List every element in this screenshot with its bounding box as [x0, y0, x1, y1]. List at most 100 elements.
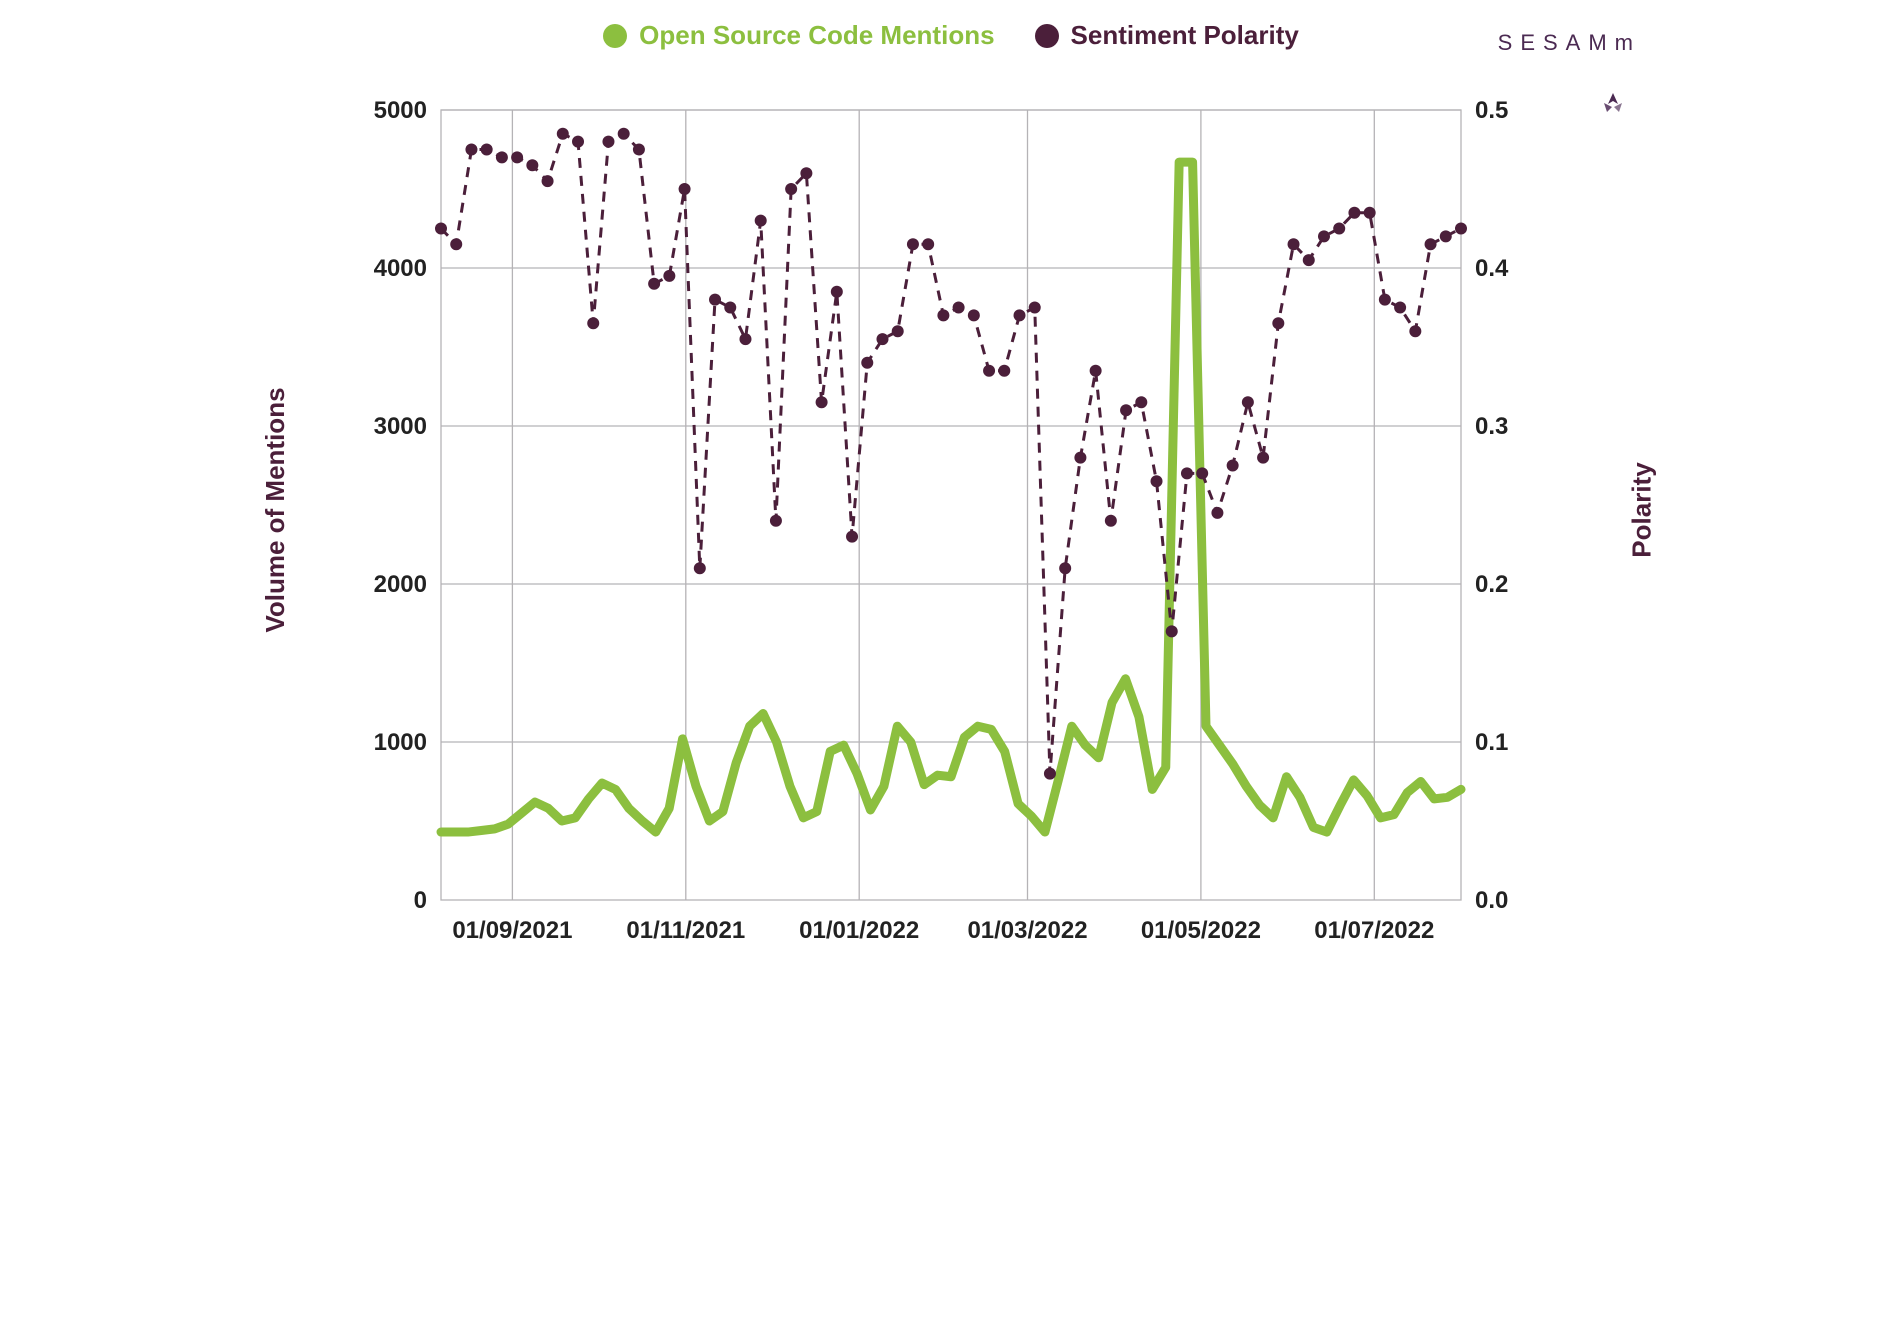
polarity-point: [1166, 625, 1178, 637]
polarity-point: [450, 238, 462, 250]
polarity-point: [1455, 223, 1467, 235]
polarity-point: [663, 270, 675, 282]
polarity-point: [1181, 467, 1193, 479]
brand-text: SESAMm: [1498, 30, 1641, 56]
polarity-point: [1014, 309, 1026, 321]
polarity-point: [542, 175, 554, 187]
polarity-point: [1318, 230, 1330, 242]
polarity-point: [618, 128, 630, 140]
polarity-point: [1135, 396, 1147, 408]
brand-icon: [1598, 90, 1628, 120]
x-tick-label: 01/09/2021: [452, 917, 572, 944]
brand-logo: SESAMm: [1498, 30, 1641, 56]
polarity-point: [831, 286, 843, 298]
x-tick-label: 01/01/2022: [799, 917, 919, 944]
polarity-point: [800, 167, 812, 179]
polarity-point: [1333, 223, 1345, 235]
series-polarity-line: [441, 134, 1461, 774]
polarity-point: [755, 215, 767, 227]
polarity-point: [876, 333, 888, 345]
polarity-point: [1029, 302, 1041, 314]
polarity-point: [1409, 325, 1421, 337]
y-axis-right-label: Polarity: [1626, 462, 1657, 557]
polarity-point: [1105, 515, 1117, 527]
polarity-point: [1272, 317, 1284, 329]
polarity-point: [496, 151, 508, 163]
polarity-point: [587, 317, 599, 329]
polarity-point: [1425, 238, 1437, 250]
polarity-point: [1242, 396, 1254, 408]
polarity-point: [1257, 452, 1269, 464]
polarity-point: [1364, 207, 1376, 219]
polarity-point: [1394, 302, 1406, 314]
polarity-point: [1379, 294, 1391, 306]
y-right-tick-label: 0.5: [1475, 97, 1508, 124]
legend-label-mentions: Open Source Code Mentions: [639, 20, 994, 51]
y-left-tick-label: 4000: [374, 255, 427, 282]
polarity-point: [998, 365, 1010, 377]
y-left-tick-label: 0: [414, 887, 427, 914]
polarity-point: [1044, 768, 1056, 780]
polarity-point: [481, 144, 493, 156]
x-tick-label: 01/03/2022: [967, 917, 1087, 944]
polarity-point: [709, 294, 721, 306]
polarity-point: [785, 183, 797, 195]
polarity-point: [892, 325, 904, 337]
x-tick-label: 01/07/2022: [1314, 917, 1434, 944]
polarity-point: [1211, 507, 1223, 519]
polarity-point: [694, 562, 706, 574]
polarity-point: [1288, 238, 1300, 250]
y-left-tick-label: 3000: [374, 413, 427, 440]
polarity-point: [557, 128, 569, 140]
polarity-point: [922, 238, 934, 250]
polarity-point: [1348, 207, 1360, 219]
polarity-point: [953, 302, 965, 314]
polarity-point: [1227, 460, 1239, 472]
y-right-tick-label: 0.2: [1475, 571, 1508, 598]
polarity-point: [679, 183, 691, 195]
polarity-point: [1440, 230, 1452, 242]
y-axis-left-label: Volume of Mentions: [260, 387, 291, 632]
y-right-tick-label: 0.0: [1475, 887, 1508, 914]
polarity-point: [1074, 452, 1086, 464]
polarity-point: [816, 396, 828, 408]
polarity-point: [907, 238, 919, 250]
polarity-point: [602, 136, 614, 148]
polarity-point: [526, 159, 538, 171]
y-right-tick-label: 0.3: [1475, 413, 1508, 440]
polarity-point: [937, 309, 949, 321]
legend-dot-polarity: [1035, 24, 1059, 48]
chart-legend: Open Source Code Mentions Sentiment Pola…: [251, 20, 1651, 51]
x-tick-label: 01/11/2021: [626, 917, 745, 944]
chart-plot: 01/09/2021 01/11/2021 01/01/2022 01/03/2022…: [351, 80, 1551, 980]
polarity-point: [724, 302, 736, 314]
legend-item-mentions: Open Source Code Mentions: [603, 20, 994, 51]
polarity-point: [572, 136, 584, 148]
x-tick-label: 01/05/2022: [1141, 917, 1261, 944]
polarity-point: [511, 151, 523, 163]
polarity-point: [648, 278, 660, 290]
polarity-point: [1196, 467, 1208, 479]
polarity-point: [1303, 254, 1315, 266]
polarity-point: [633, 144, 645, 156]
legend-dot-mentions: [603, 24, 627, 48]
legend-item-polarity: Sentiment Polarity: [1035, 20, 1299, 51]
polarity-point: [465, 144, 477, 156]
polarity-point: [983, 365, 995, 377]
y-left-tick-label: 1000: [374, 729, 427, 756]
y-right-tick-label: 0.1: [1475, 729, 1508, 756]
legend-label-polarity: Sentiment Polarity: [1071, 20, 1299, 51]
polarity-point: [1120, 404, 1132, 416]
polarity-point: [861, 357, 873, 369]
y-left-tick-label: 5000: [374, 97, 427, 124]
polarity-point: [1151, 475, 1163, 487]
y-right-tick-label: 0.4: [1475, 255, 1509, 282]
polarity-point: [770, 515, 782, 527]
polarity-point: [739, 333, 751, 345]
polarity-point: [846, 531, 858, 543]
polarity-point: [1059, 562, 1071, 574]
polarity-point: [968, 309, 980, 321]
polarity-point: [435, 223, 447, 235]
polarity-point: [1090, 365, 1102, 377]
y-left-tick-label: 2000: [374, 571, 427, 598]
